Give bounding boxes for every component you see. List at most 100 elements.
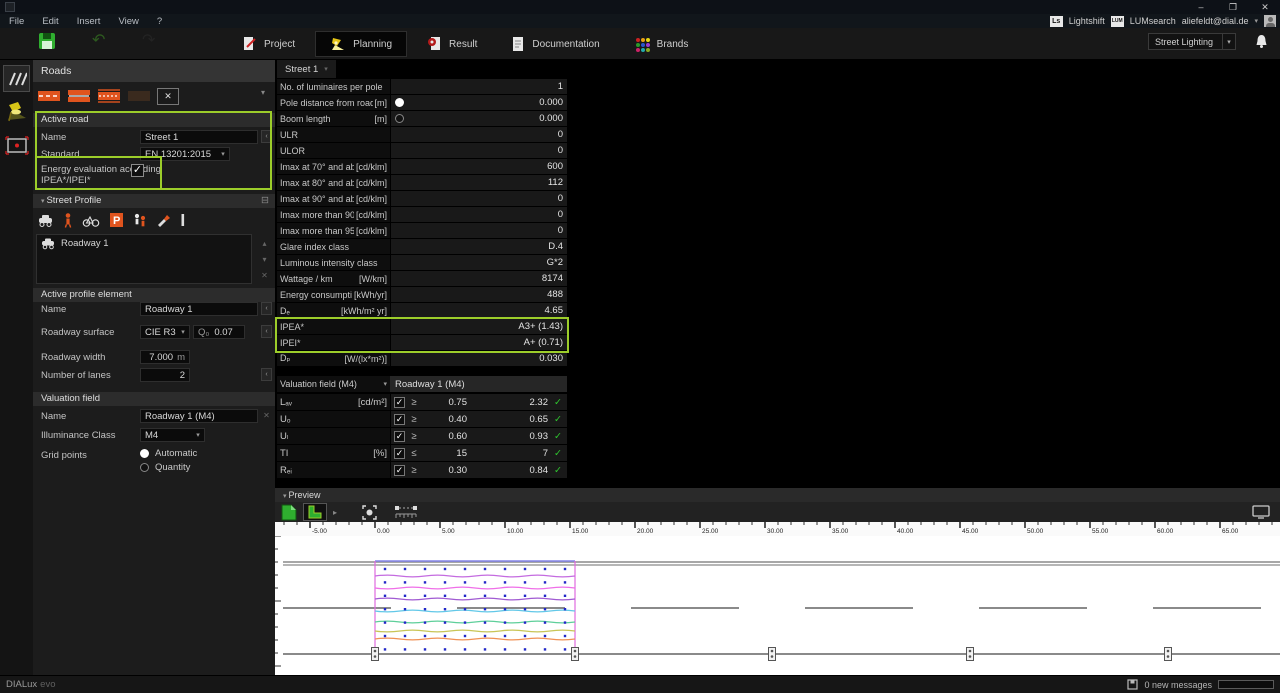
required-value[interactable]: 0.40: [423, 414, 468, 425]
radio-off-icon[interactable]: [395, 114, 404, 123]
valuation-field-dropdown[interactable]: Valuation field (M4) ▾: [277, 376, 390, 392]
zoom-to-fit-button[interactable]: [361, 504, 378, 521]
sidewalk-icon[interactable]: [63, 212, 73, 228]
required-value[interactable]: 0.75: [423, 397, 468, 408]
display-settings-button[interactable]: [1252, 505, 1270, 519]
pole-symbol[interactable]: [371, 647, 379, 661]
valuation-name-input[interactable]: Roadway 1 (M4): [140, 409, 258, 423]
radio-on-icon[interactable]: [395, 98, 404, 107]
maximize-button[interactable]: ❐: [1218, 1, 1248, 13]
lumsearch-icon[interactable]: LUM: [1110, 15, 1124, 27]
new-road-button[interactable]: [37, 87, 61, 105]
pole-symbol[interactable]: [966, 647, 974, 661]
avatar[interactable]: [1264, 15, 1276, 27]
profile-name-expand-button[interactable]: ‹: [261, 302, 272, 315]
measure-button[interactable]: [394, 505, 418, 520]
account-menu[interactable]: aliefeldt@dial.de: [1182, 16, 1249, 26]
param-value[interactable]: 1: [390, 79, 567, 95]
criterion-checkbox[interactable]: ✓: [394, 413, 405, 425]
required-value[interactable]: 0.60: [423, 431, 468, 442]
undo-button[interactable]: ↶: [92, 30, 105, 50]
param-value[interactable]: 0: [390, 191, 567, 207]
save-button[interactable]: [38, 32, 56, 50]
criterion-checkbox[interactable]: ✓: [394, 430, 405, 442]
clear-valuation-button[interactable]: ✕: [261, 410, 272, 421]
remove-item-button[interactable]: ✕: [259, 270, 270, 281]
param-value[interactable]: G*2: [390, 255, 567, 271]
lanes-expand-button[interactable]: ‹: [261, 368, 272, 381]
preview-header[interactable]: ▾ Preview: [275, 488, 1280, 502]
lightshift-icon[interactable]: Ls: [1049, 15, 1063, 27]
required-value[interactable]: 0.30: [423, 465, 468, 476]
energy-evaluation-checkbox[interactable]: ✓: [131, 164, 144, 177]
notifications-button[interactable]: [1255, 34, 1268, 49]
criterion-checkbox[interactable]: ✓: [394, 396, 405, 408]
param-value[interactable]: 112: [390, 175, 567, 191]
param-value[interactable]: 0: [390, 127, 567, 143]
preview-export-button[interactable]: [281, 504, 297, 521]
combined-path-icon[interactable]: [133, 212, 147, 228]
minimize-button[interactable]: –: [1186, 1, 1216, 13]
required-value[interactable]: 15: [423, 448, 467, 459]
param-value[interactable]: A3+ (1.43): [390, 319, 567, 335]
expand-views-button[interactable]: ▸: [333, 508, 337, 517]
param-value[interactable]: 0: [390, 207, 567, 223]
messages-status[interactable]: 0 new messages: [1144, 680, 1212, 690]
param-value[interactable]: 4.65: [390, 303, 567, 319]
tab-street-1[interactable]: Street 1 ▾: [277, 60, 336, 78]
luminaires-tool-button[interactable]: [3, 98, 30, 125]
surface-expand-button[interactable]: ‹: [261, 325, 272, 338]
param-value[interactable]: 0.000: [390, 111, 567, 127]
delete-road-button[interactable]: ✕: [157, 87, 179, 105]
param-value[interactable]: D.4: [390, 239, 567, 255]
menu-file[interactable]: File: [0, 16, 33, 27]
calculation-area-tool-button[interactable]: [3, 132, 30, 159]
surface-dropdown[interactable]: CIE R3 ▾: [140, 325, 190, 339]
account-caret-icon[interactable]: ▾: [1254, 17, 1258, 25]
roadway-width-input[interactable]: 7.000 m: [140, 350, 190, 364]
road-name-input[interactable]: Street 1: [140, 130, 258, 144]
divider-icon[interactable]: [180, 212, 186, 228]
tab-result[interactable]: Result: [413, 31, 491, 57]
pole-symbol[interactable]: [1164, 647, 1172, 661]
param-value[interactable]: A+ (0.71): [390, 335, 567, 351]
tab-project[interactable]: Project: [228, 31, 309, 57]
tab-documentation[interactable]: Documentation: [497, 31, 613, 57]
emergency-lane-icon[interactable]: [156, 212, 171, 228]
preview-view-mode-button[interactable]: [303, 503, 327, 521]
list-item-roadway[interactable]: Roadway 1: [37, 235, 251, 251]
param-value[interactable]: 0: [390, 143, 567, 159]
move-up-button[interactable]: ▴: [259, 238, 270, 249]
new-dual-road-button[interactable]: [67, 87, 91, 105]
street-profile-header[interactable]: ▾ Street Profile ⊟: [33, 194, 275, 208]
pole-symbol[interactable]: [571, 647, 579, 661]
param-value[interactable]: 0.030: [390, 351, 567, 367]
roadway-icon[interactable]: [37, 212, 54, 228]
lightshift-link[interactable]: Lightshift: [1069, 16, 1105, 26]
q0-input[interactable]: Q₀ 0.07: [193, 325, 245, 339]
tab-planning[interactable]: Planning: [315, 31, 408, 57]
chevron-down-icon[interactable]: ▾: [261, 88, 265, 97]
move-down-button[interactable]: ▾: [259, 254, 270, 265]
parking-lane-icon[interactable]: P: [109, 212, 124, 228]
menu-edit[interactable]: Edit: [33, 16, 67, 27]
roads-tool-button[interactable]: [3, 65, 30, 92]
param-value[interactable]: 0: [390, 223, 567, 239]
criterion-checkbox[interactable]: ✓: [394, 464, 405, 476]
road-name-expand-button[interactable]: ‹: [261, 130, 272, 143]
profile-name-input[interactable]: Roadway 1: [140, 302, 258, 316]
lumsearch-link[interactable]: LUMsearch: [1130, 16, 1176, 26]
close-button[interactable]: ✕: [1250, 1, 1280, 13]
criterion-checkbox[interactable]: ✓: [394, 447, 405, 459]
illuminance-class-dropdown[interactable]: M4 ▾: [140, 428, 205, 442]
grid-automatic-radio[interactable]: Automatic: [140, 448, 197, 459]
tool-mode-select[interactable]: Street Lighting ▾: [1148, 33, 1236, 50]
preview-canvas[interactable]: [275, 536, 1280, 675]
param-value[interactable]: 600: [390, 159, 567, 175]
new-road-sidewalk-button[interactable]: [97, 87, 121, 105]
menu-view[interactable]: View: [109, 16, 147, 27]
tab-brands[interactable]: Brands: [620, 31, 703, 57]
param-value[interactable]: 0.000: [390, 95, 567, 111]
redo-button[interactable]: ↷: [142, 30, 155, 50]
param-value[interactable]: 8174: [390, 271, 567, 287]
